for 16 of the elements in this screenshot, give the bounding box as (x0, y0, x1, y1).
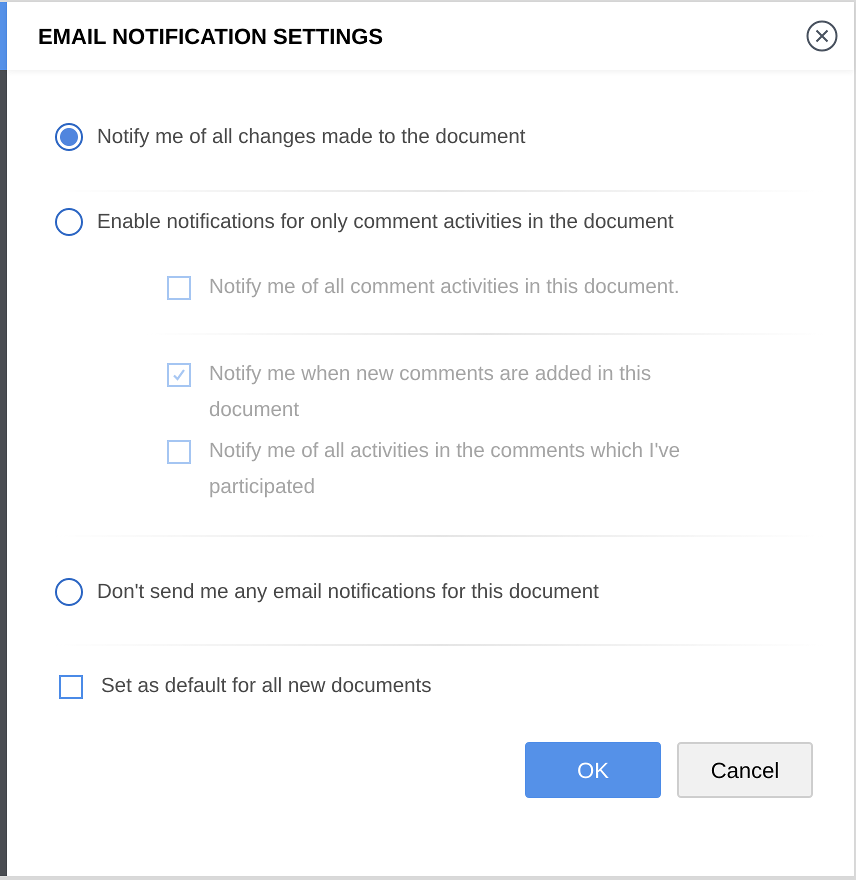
cancel-button[interactable]: Cancel (677, 742, 813, 798)
checkbox-label: Notify me when new comments are added in this document (209, 360, 652, 422)
checkbox-label: Notify me of all comment activities in this document. (209, 274, 681, 300)
radio-button[interactable] (55, 123, 83, 152)
option-label: Enable notifications for only comment activities in the document (97, 208, 674, 235)
checkbox-label: Set as default for all new documents (101, 673, 432, 700)
checkbox-label: Notify me of all activities in the comments which I've participated (209, 438, 682, 500)
radio-button[interactable] (55, 208, 83, 236)
option-label: Don't send me any email notifications for this document (97, 578, 599, 604)
dialog-title: EMAIL NOTIFICATION SETTINGS (38, 22, 384, 50)
check-icon (171, 366, 187, 382)
accent-bar (0, 2, 7, 70)
checkbox[interactable] (59, 674, 83, 699)
close-icon[interactable] (806, 20, 838, 52)
radio-button[interactable] (55, 578, 83, 606)
option-label: Notify me of all changes made to the document (97, 124, 526, 150)
